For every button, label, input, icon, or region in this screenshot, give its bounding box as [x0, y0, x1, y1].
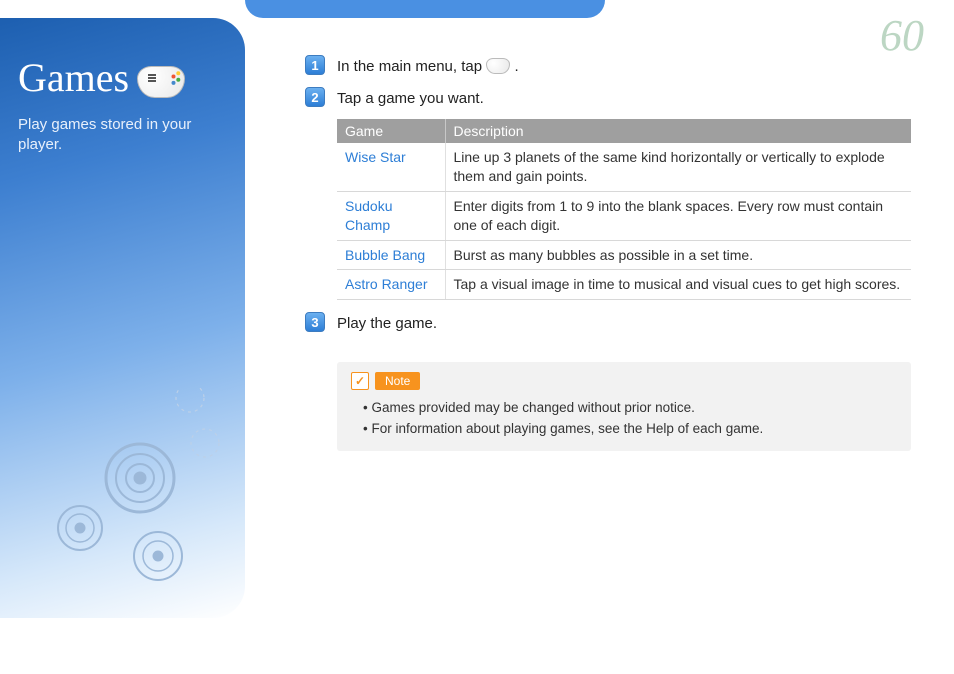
header-tab — [245, 0, 605, 18]
game-name: Bubble Bang — [337, 240, 445, 270]
game-desc: Burst as many bubbles as possible in a s… — [445, 240, 911, 270]
table-row: Wise Star Line up 3 planets of the same … — [337, 143, 911, 191]
game-name: Sudoku Champ — [337, 191, 445, 240]
game-desc: Tap a visual image in time to musical an… — [445, 270, 911, 300]
note-icon: ✓ — [351, 372, 369, 390]
page-subtitle: Play games stored in your player. — [18, 115, 227, 156]
table-header-row: Game Description — [337, 119, 911, 143]
note-header: ✓ Note — [351, 372, 897, 390]
step-2-text: Tap a game you want. — [337, 87, 484, 109]
note-label: Note — [375, 372, 420, 390]
col-description: Description — [445, 119, 911, 143]
step-number-icon: 2 — [305, 87, 325, 107]
table-row: Sudoku Champ Enter digits from 1 to 9 in… — [337, 191, 911, 240]
content: 1 In the main menu, tap . 2 Tap a game y… — [305, 55, 924, 451]
note-box: ✓ Note Games provided may be changed wit… — [337, 362, 911, 451]
page-number: 60 — [880, 10, 924, 61]
game-desc: Enter digits from 1 to 9 into the blank … — [445, 191, 911, 240]
page-title: Games — [18, 54, 227, 101]
title-text: Games — [18, 54, 129, 101]
gamepad-icon — [137, 66, 185, 98]
step-3-text: Play the game. — [337, 312, 437, 334]
note-list: Games provided may be changed without pr… — [363, 398, 897, 439]
decorative-circles — [40, 388, 240, 588]
game-desc: Line up 3 planets of the same kind horiz… — [445, 143, 911, 191]
step-2: 2 Tap a game you want. — [305, 87, 924, 109]
step-1-pre: In the main menu, tap — [337, 58, 486, 75]
step-1: 1 In the main menu, tap . — [305, 55, 924, 77]
step-number-icon: 1 — [305, 55, 325, 75]
col-game: Game — [337, 119, 445, 143]
step-number-icon: 3 — [305, 312, 325, 332]
step-3: 3 Play the game. — [305, 312, 924, 334]
note-item: For information about playing games, see… — [363, 419, 897, 439]
step-1-text: In the main menu, tap . — [337, 55, 519, 77]
table-row: Bubble Bang Burst as many bubbles as pos… — [337, 240, 911, 270]
sidebar: Games Play games stored in your player. — [0, 18, 245, 618]
gamepad-icon — [486, 58, 510, 74]
games-table: Game Description Wise Star Line up 3 pla… — [337, 119, 911, 300]
game-name: Astro Ranger — [337, 270, 445, 300]
note-item: Games provided may be changed without pr… — [363, 398, 897, 418]
step-1-post: . — [514, 58, 518, 75]
game-name: Wise Star — [337, 143, 445, 191]
table-row: Astro Ranger Tap a visual image in time … — [337, 270, 911, 300]
